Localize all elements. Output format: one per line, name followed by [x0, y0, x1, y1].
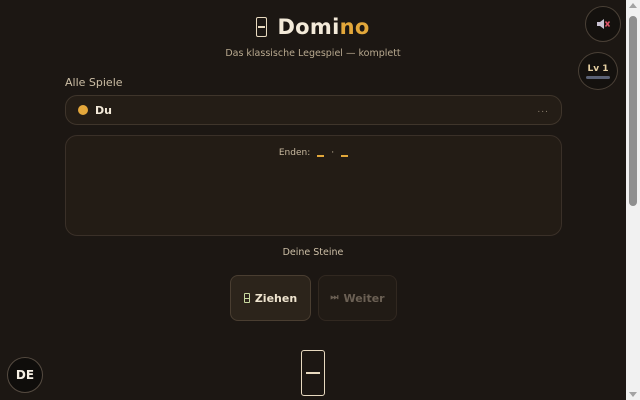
left-end-marker: [317, 154, 325, 157]
scrollbar[interactable]: [626, 0, 640, 400]
right-end-marker: [341, 154, 349, 157]
domino-icon: [243, 293, 250, 303]
player-row[interactable]: Du ...: [65, 95, 562, 125]
next-button[interactable]: ⏭ Weiter: [318, 275, 397, 321]
sound-toggle-button[interactable]: [585, 6, 621, 42]
hand-domino-tile[interactable]: [301, 350, 325, 396]
ends-separator: ·: [331, 148, 335, 158]
level-button[interactable]: Lv 1: [578, 52, 618, 90]
title-part-1: Domi: [277, 15, 340, 39]
tile-divider: [306, 372, 320, 374]
scroll-up-icon[interactable]: [629, 3, 637, 8]
language-button[interactable]: DE: [7, 357, 43, 393]
game-board: Enden: ·: [65, 135, 562, 236]
language-label: DE: [15, 368, 35, 382]
hand-label: Deine Steine: [282, 247, 344, 258]
draw-button-label: Ziehen: [254, 291, 298, 305]
board-ends: Enden: ·: [66, 148, 561, 158]
level-label: Lv 1: [587, 63, 609, 74]
domino-icon: [256, 17, 268, 37]
title-part-2: no: [339, 15, 370, 39]
draw-button[interactable]: Ziehen: [230, 275, 311, 321]
muted-speaker-icon: [597, 19, 611, 29]
subtitle: Das klassische Legespiel — komplett: [225, 48, 401, 59]
header: Domino Das klassische Legespiel — komple…: [0, 12, 626, 59]
app-title: Domino: [277, 15, 369, 39]
player-more-indicator: ...: [537, 105, 549, 115]
next-button-label: Weiter: [343, 291, 385, 305]
skip-forward-icon: ⏭: [330, 293, 339, 303]
player-color-dot: [78, 105, 88, 115]
title-row: Domino: [0, 12, 626, 42]
players-section-label: Alle Spiele: [65, 76, 123, 89]
ends-label: Enden:: [278, 148, 311, 158]
game-page: Domino Das klassische Legespiel — komple…: [0, 0, 626, 400]
scroll-down-icon[interactable]: [629, 392, 637, 397]
scroll-thumb[interactable]: [629, 16, 637, 206]
level-badge: Lv 1: [586, 64, 610, 79]
level-progress-bar: [586, 75, 610, 79]
player-name: Du: [95, 103, 112, 117]
